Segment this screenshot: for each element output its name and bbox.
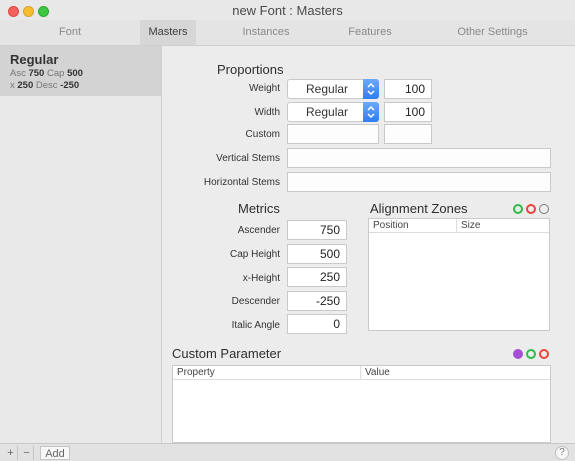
tab-masters[interactable]: Masters bbox=[140, 20, 196, 45]
weight-value-field[interactable]: 100 bbox=[384, 79, 432, 99]
width-popup[interactable]: Regular bbox=[287, 102, 379, 122]
column-size[interactable]: Size bbox=[457, 219, 549, 233]
weight-label: Weight bbox=[249, 83, 280, 94]
x-value: 250 bbox=[17, 80, 34, 91]
weight-popup[interactable]: Regular bbox=[287, 79, 379, 99]
cap-label: Cap bbox=[46, 68, 65, 79]
window-title: new Font : Masters bbox=[232, 3, 343, 18]
asc-label: Asc bbox=[10, 68, 26, 79]
master-metrics-summary: Asc 750 Cap 500 x 250 Desc -250 bbox=[10, 68, 83, 92]
add-zone-icon[interactable] bbox=[513, 204, 523, 214]
width-label: Width bbox=[254, 107, 280, 118]
help-button[interactable]: ? bbox=[555, 446, 569, 460]
add-master-button[interactable]: + bbox=[4, 446, 18, 460]
x-height-label: x-Height bbox=[242, 273, 280, 284]
x-label: x bbox=[10, 80, 15, 91]
metrics-heading: Metrics bbox=[238, 201, 280, 216]
zones-action-menu-icon[interactable] bbox=[539, 204, 549, 214]
asc-value: 750 bbox=[28, 68, 45, 79]
alignment-zones-table[interactable]: Position Size bbox=[368, 218, 550, 331]
cap-height-field[interactable]: 500 bbox=[287, 244, 347, 264]
alignment-zones-heading: Alignment Zones bbox=[370, 201, 468, 216]
weight-selected: Regular bbox=[306, 82, 349, 96]
parameter-menu-icon[interactable] bbox=[513, 349, 523, 359]
remove-master-button[interactable]: − bbox=[20, 446, 34, 460]
proportions-heading: Proportions bbox=[217, 62, 284, 77]
master-list-item-regular[interactable]: Regular Asc 750 Cap 500 x 250 Desc -250 bbox=[0, 46, 162, 96]
horizontal-stems-field[interactable] bbox=[287, 172, 551, 192]
tab-bar: Font Masters Instances Features Other Se… bbox=[0, 20, 575, 46]
cap-height-label: Cap Height bbox=[229, 249, 280, 260]
custom-parameter-table[interactable]: Property Value bbox=[172, 365, 551, 443]
tab-font[interactable]: Font bbox=[0, 20, 140, 45]
master-name: Regular bbox=[10, 52, 59, 67]
custom-label: Custom bbox=[245, 129, 280, 140]
descender-field[interactable]: -250 bbox=[287, 291, 347, 311]
remove-zone-icon[interactable] bbox=[526, 204, 536, 214]
remove-parameter-icon[interactable] bbox=[539, 349, 549, 359]
italic-angle-field[interactable]: 0 bbox=[287, 314, 347, 334]
add-menu-button[interactable]: Add bbox=[40, 446, 70, 460]
width-selected: Regular bbox=[306, 105, 349, 119]
ascender-field[interactable]: 750 bbox=[287, 220, 347, 240]
custom-value-field[interactable] bbox=[384, 124, 432, 144]
add-parameter-icon[interactable] bbox=[526, 349, 536, 359]
cap-value: 500 bbox=[67, 68, 83, 79]
column-property[interactable]: Property bbox=[173, 366, 361, 380]
custom-parameter-heading: Custom Parameter bbox=[172, 346, 282, 361]
tab-features[interactable]: Features bbox=[300, 20, 440, 45]
desc-label: Desc bbox=[35, 80, 58, 91]
ascender-label: Ascender bbox=[237, 225, 280, 236]
custom-name-field[interactable] bbox=[287, 124, 379, 144]
horizontal-stems-label: Horizontal Stems bbox=[203, 177, 280, 188]
popup-stepper-icon bbox=[363, 102, 379, 122]
italic-angle-label: Italic Angle bbox=[231, 320, 280, 331]
column-value[interactable]: Value bbox=[361, 366, 550, 380]
masters-sidebar: Regular Asc 750 Cap 500 x 250 Desc -250 bbox=[0, 46, 162, 443]
desc-value: -250 bbox=[60, 80, 80, 91]
x-height-field[interactable]: 250 bbox=[287, 267, 347, 287]
width-value-field[interactable]: 100 bbox=[384, 102, 432, 122]
vertical-stems-label: Vertical Stems bbox=[216, 153, 280, 164]
bottom-toolbar: + − Add ? bbox=[0, 443, 575, 461]
tab-other-settings[interactable]: Other Settings bbox=[420, 20, 565, 45]
descender-label: Descender bbox=[231, 296, 280, 307]
popup-stepper-icon bbox=[363, 79, 379, 99]
title-bar: new Font : Masters bbox=[0, 0, 575, 20]
column-position[interactable]: Position bbox=[369, 219, 457, 233]
vertical-stems-field[interactable] bbox=[287, 148, 551, 168]
